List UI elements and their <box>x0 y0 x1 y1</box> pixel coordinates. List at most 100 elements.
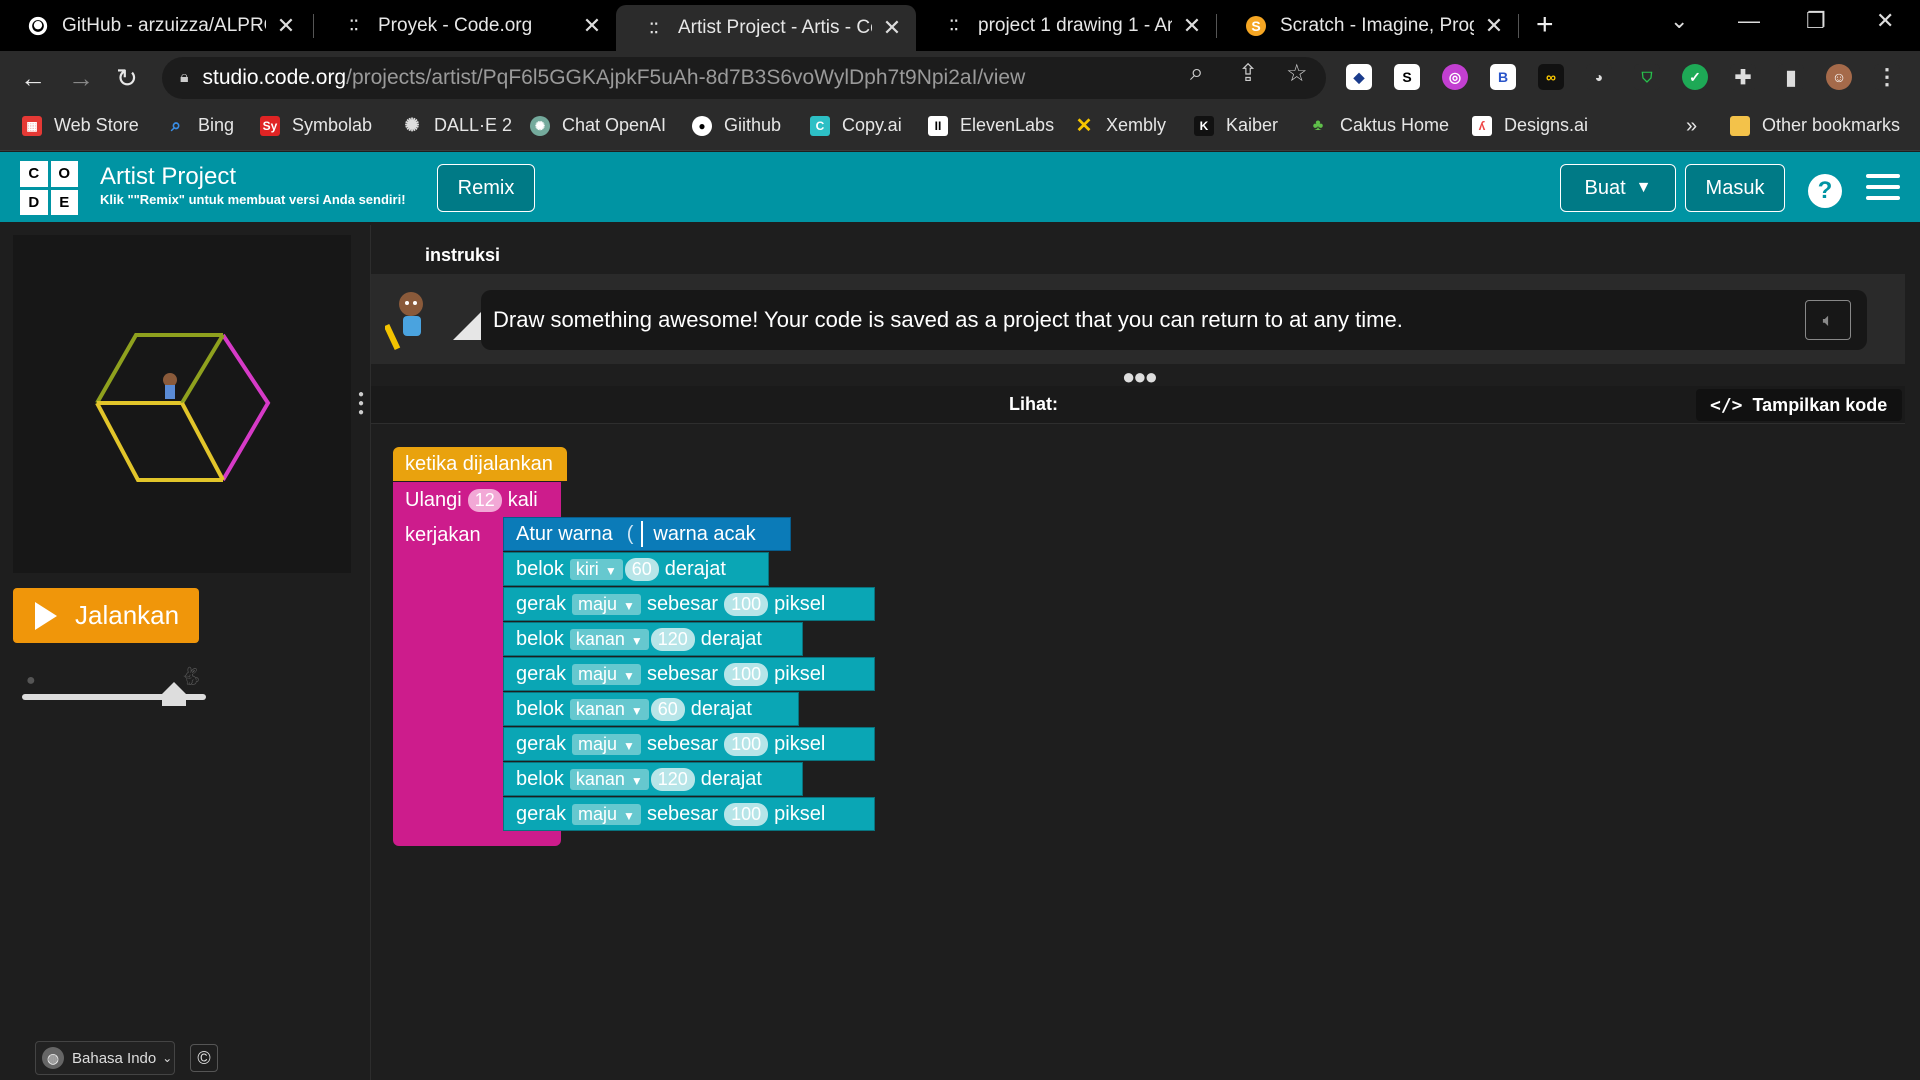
bookmark-item[interactable]: ✕ Xembly <box>1074 115 1166 137</box>
bookmarks-overflow[interactable]: » <box>1686 115 1697 138</box>
close-tab-icon[interactable]: ✕ <box>1484 13 1504 39</box>
tab-instructions[interactable]: instruksi <box>425 245 500 266</box>
angle-field[interactable]: 60 <box>650 697 685 721</box>
bookmark-item[interactable]: ⌕ Bing <box>166 115 234 136</box>
bookmark-item[interactable]: ▦ Web Store <box>22 115 139 136</box>
panel-resizer[interactable]: ● ● ● <box>352 225 372 1080</box>
angle-field[interactable]: 60 <box>624 557 659 581</box>
hamburger-menu-icon[interactable] <box>1866 174 1900 207</box>
help-button[interactable]: ? <box>1808 174 1842 208</box>
bookmark-item[interactable]: II ElevenLabs <box>928 115 1054 136</box>
extension-icon[interactable]: ∞ <box>1538 64 1564 90</box>
codeorg-icon: ⁚⁚ <box>649 19 659 36</box>
remix-button[interactable]: Remix <box>437 164 535 212</box>
extension-icon[interactable]: ◕ <box>1586 64 1612 90</box>
bookmark-item[interactable]: ✺ DALL·E 2 <box>402 115 512 136</box>
distance-field[interactable]: 100 <box>724 732 769 756</box>
direction-dropdown[interactable]: kiri ▼ <box>569 558 623 580</box>
angle-field[interactable]: 120 <box>650 627 695 651</box>
turn-left-block[interactable]: belok kiri ▼ 60 derajat <box>503 552 769 586</box>
turn-right-block[interactable]: belok kanan ▼ 120 derajat <box>503 622 803 656</box>
extension-icon[interactable]: S <box>1394 64 1420 90</box>
codeorg-icon: ⁚⁚ <box>349 17 359 33</box>
repeat-count-field[interactable]: 12 <box>467 489 502 512</box>
other-bookmarks[interactable]: Other bookmarks <box>1730 115 1900 136</box>
direction-dropdown[interactable]: maju ▼ <box>572 803 641 825</box>
menu-icon[interactable]: ⋮ <box>1874 64 1900 90</box>
forward-icon[interactable]: → <box>68 63 94 94</box>
move-forward-block[interactable]: gerak maju ▼ sebesar 100 piksel <box>503 587 875 621</box>
random-color-block[interactable]: warna acak <box>641 521 766 547</box>
speed-slider[interactable]: ● 🐇︎ <box>22 664 208 706</box>
close-window-icon[interactable]: ✕ <box>1876 8 1894 34</box>
workspace-header: Lihat: </> Tampilkan kode <box>371 386 1905 424</box>
close-tab-icon[interactable]: ✕ <box>582 13 602 39</box>
tab-search-icon[interactable]: ⌄ <box>1670 8 1688 34</box>
scratch-icon: S <box>1246 15 1266 36</box>
create-dropdown-button[interactable]: Buat ▼ <box>1560 164 1676 212</box>
bookmark-item[interactable]: ● Giithub <box>692 115 781 136</box>
bookmark-item[interactable]: C Copy.ai <box>810 115 902 136</box>
audio-button[interactable]: 🔈︎ <box>1805 300 1851 340</box>
browser-tab-active[interactable]: ⁚⁚ Artist Project - Artis - Cod ✕ <box>616 5 916 51</box>
bookmark-star-icon[interactable]: ☆ <box>1286 59 1308 88</box>
browser-tab[interactable]: GitHub - arzuizza/ALPRO- ✕ <box>0 0 310 51</box>
codeorg-logo[interactable]: C O D E <box>20 161 78 215</box>
distance-field[interactable]: 100 <box>724 802 769 826</box>
address-bar[interactable]: 🔒︎ studio.code.org/projects/artist/PqF6l… <box>162 57 1326 99</box>
bookmark-item[interactable]: Sy Symbolab <box>260 115 372 136</box>
new-tab-icon[interactable]: + <box>1536 8 1554 42</box>
signin-button[interactable]: Masuk <box>1685 164 1785 212</box>
restore-icon[interactable]: ❐ <box>1806 8 1826 34</box>
when-run-block[interactable]: ketika dijalankan <box>393 447 567 481</box>
zoom-icon[interactable]: ⌕ <box>1190 59 1203 87</box>
share-icon[interactable]: ⇪ <box>1238 59 1258 88</box>
direction-dropdown[interactable]: maju ▼ <box>572 593 641 615</box>
move-forward-block[interactable]: gerak maju ▼ sebesar 100 piksel <box>503 657 875 691</box>
app-header: C O D E Artist Project Klik ""Remix" unt… <box>0 152 1920 222</box>
extension-icon[interactable]: ◆ <box>1346 64 1372 90</box>
set-color-block[interactable]: Atur warna ( warna acak <box>503 517 791 551</box>
puzzle-icon[interactable]: ✚ <box>1730 64 1756 90</box>
sidepanel-icon[interactable]: ▮ <box>1778 64 1804 90</box>
browser-tab[interactable]: ⁚⁚ Proyek - Code.org ✕ <box>316 0 616 51</box>
bookmark-item[interactable]: ✺ Chat OpenAI <box>530 115 666 136</box>
browser-tab[interactable]: ⁚⁚ project 1 drawing 1 - Artis ✕ <box>916 0 1216 51</box>
direction-dropdown[interactable]: kanan ▼ <box>569 768 649 790</box>
move-forward-block[interactable]: gerak maju ▼ sebesar 100 piksel <box>503 797 875 831</box>
close-tab-icon[interactable]: ✕ <box>882 15 902 41</box>
copyright-button[interactable]: © <box>190 1044 218 1072</box>
back-icon[interactable]: ← <box>20 63 46 94</box>
distance-field[interactable]: 100 <box>724 662 769 686</box>
distance-field[interactable]: 100 <box>724 592 769 616</box>
language-select[interactable]: ◍ Bahasa Indo ⌄ <box>35 1041 175 1075</box>
direction-dropdown[interactable]: maju ▼ <box>572 733 641 755</box>
profile-avatar[interactable]: ☺ <box>1826 64 1852 90</box>
bookmark-item[interactable]: K Kaiber <box>1194 115 1278 136</box>
run-button[interactable]: Jalankan <box>13 588 199 643</box>
close-tab-icon[interactable]: ✕ <box>1182 13 1202 39</box>
direction-dropdown[interactable]: kanan ▼ <box>569 698 649 720</box>
codeorg-icon: ⁚⁚ <box>949 17 959 33</box>
angle-field[interactable]: 120 <box>650 767 695 791</box>
slider-thumb[interactable] <box>162 682 186 694</box>
instruction-text: Draw something awesome! Your code is sav… <box>493 307 1403 332</box>
direction-dropdown[interactable]: kanan ▼ <box>569 628 649 650</box>
bookmark-item[interactable]: ♣ Caktus Home <box>1308 115 1449 136</box>
close-tab-icon[interactable]: ✕ <box>276 13 296 39</box>
reload-icon[interactable]: ↻ <box>116 63 138 94</box>
play-icon <box>35 601 57 630</box>
minimize-icon[interactable]: — <box>1738 8 1760 34</box>
turn-right-block[interactable]: belok kanan ▼ 120 derajat <box>503 762 803 796</box>
extension-icon[interactable]: ✓ <box>1682 64 1708 90</box>
turn-right-block[interactable]: belok kanan ▼ 60 derajat <box>503 692 799 726</box>
browser-tab[interactable]: S Scratch - Imagine, Progra ✕ <box>1218 0 1518 51</box>
kaiber-icon: K <box>1194 115 1214 136</box>
extension-icon[interactable]: B <box>1490 64 1516 90</box>
extension-icon[interactable]: ⛉ <box>1634 64 1660 90</box>
extension-icon[interactable]: ◎ <box>1442 64 1468 90</box>
direction-dropdown[interactable]: maju ▼ <box>572 663 641 685</box>
move-forward-block[interactable]: gerak maju ▼ sebesar 100 piksel <box>503 727 875 761</box>
bookmark-item[interactable]: ʎ Designs.ai <box>1472 115 1588 136</box>
show-code-button[interactable]: </> Tampilkan kode <box>1696 389 1902 421</box>
